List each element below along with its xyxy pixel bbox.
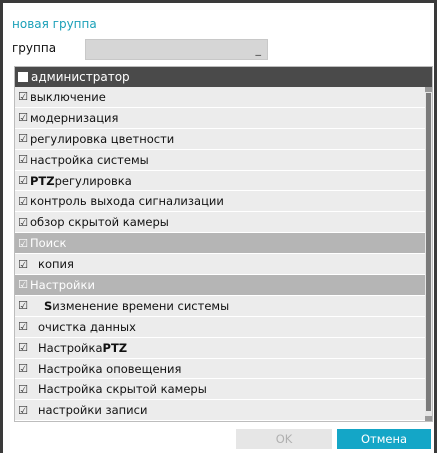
permission-label: копия [38,257,74,272]
permission-label-bold: S [44,298,53,313]
permission-row-covert-camera-setup[interactable]: ☑ Настройка скрытой камеры [15,379,426,401]
checkmark-icon[interactable]: ☑ [17,299,29,312]
checkmark-icon[interactable]: ☑ [17,174,29,187]
dialog-border-left [0,0,3,453]
text-cursor: _ [255,43,262,56]
checkmark-icon[interactable]: ☑ [17,320,29,333]
ok-button[interactable]: OK [236,429,332,449]
permission-label-bold: PTZ [30,173,55,188]
permission-row-clear-data[interactable]: ☑ очистка данных [15,316,426,338]
permission-row-alarm-output[interactable]: ☑ контроль выхода сигнализации [15,191,426,213]
permission-row-color-adjust[interactable]: ☑ регулировка цветности [15,128,426,150]
empty-checkbox-icon[interactable] [18,72,28,82]
checkmark-icon[interactable]: ☑ [17,195,29,208]
permissions-header[interactable]: администратор [15,67,432,87]
permission-row-system-setup[interactable]: ☑ настройка системы [15,149,426,171]
checkmark-icon[interactable]: ☑ [17,258,29,271]
checkmark-icon[interactable]: ☑ [17,341,29,354]
permission-row-shutdown[interactable]: ☑ выключение [15,87,426,108]
permission-label: настройки записи [38,403,148,418]
permission-label: Настройка скрытой камеры [38,382,207,397]
permission-row-notification-setup[interactable]: ☑ Настройка оповещения [15,358,426,380]
permission-label: регулировка [54,173,132,188]
checkmark-icon[interactable]: ☑ [17,132,29,145]
permission-label-bold: PTZ [102,340,128,355]
permission-label: настройка системы [30,152,149,167]
permission-label: изменение времени системы [52,298,230,313]
new-group-dialog: новая группа группа _ администратор ☑ вык… [0,0,437,453]
scroll-down-arrow-icon[interactable] [425,416,432,421]
checkmark-icon[interactable]: ☑ [17,404,29,417]
checkmark-icon[interactable]: ☑ [17,237,29,250]
permission-label: Настройка [38,340,103,355]
permission-section-settings[interactable]: ☑ Настройки [15,275,426,296]
permissions-rows: ☑ выключение ☑ модернизация ☑ регулировка ц… [15,87,426,421]
checkmark-icon[interactable]: ☑ [17,111,29,124]
permissions-header-label: администратор [31,70,130,84]
permissions-list[interactable]: администратор ☑ выключение ☑ модернизация … [14,66,433,422]
permission-section-search[interactable]: ☑ Поиск [15,233,426,255]
permission-label: обзор скрытой камеры [30,215,169,230]
permission-label: контроль выхода сигнализации [30,194,224,209]
checkmark-icon[interactable]: ☑ [17,216,29,229]
dialog-border-top [0,0,437,3]
cancel-button[interactable]: Отмена [337,429,431,449]
checkmark-icon[interactable]: ☑ [17,153,29,166]
permission-row-covert-camera-view[interactable]: ☑ обзор скрытой камеры [15,212,426,234]
checkmark-icon[interactable]: ☑ [17,90,29,103]
section-label: Настройки [30,277,95,292]
permission-row-copy[interactable]: ☑ копия [15,254,426,276]
checkmark-icon[interactable]: ☑ [17,362,29,375]
checkmark-icon[interactable]: ☑ [17,278,29,291]
checkmark-icon[interactable]: ☑ [17,383,29,396]
permission-label: модернизация [30,110,119,125]
permission-label: Настройка оповещения [38,361,182,376]
permission-label: очистка данных [38,319,136,334]
permission-label: регулировка цветности [30,131,175,146]
permission-row-upgrade[interactable]: ☑ модернизация [15,107,426,129]
group-name-input[interactable]: _ [85,39,268,60]
list-scrollbar[interactable] [425,87,432,421]
permission-row-ptz-control[interactable]: ☑ PTZ регулировка [15,170,426,192]
permission-row-system-time[interactable]: ☑ Sизменение времени системы [15,295,426,317]
permission-row-ptz-setup[interactable]: ☑ Настройка PTZ [15,337,426,359]
permission-label: выключение [30,89,106,104]
dialog-title: новая группа [12,17,97,31]
scrollbar-thumb[interactable] [426,93,431,411]
section-label: Поиск [30,236,67,251]
scroll-up-arrow-icon[interactable] [425,87,432,92]
permission-row-record-settings[interactable]: ☑ настройки записи [15,400,426,421]
group-label: группа [12,41,57,55]
